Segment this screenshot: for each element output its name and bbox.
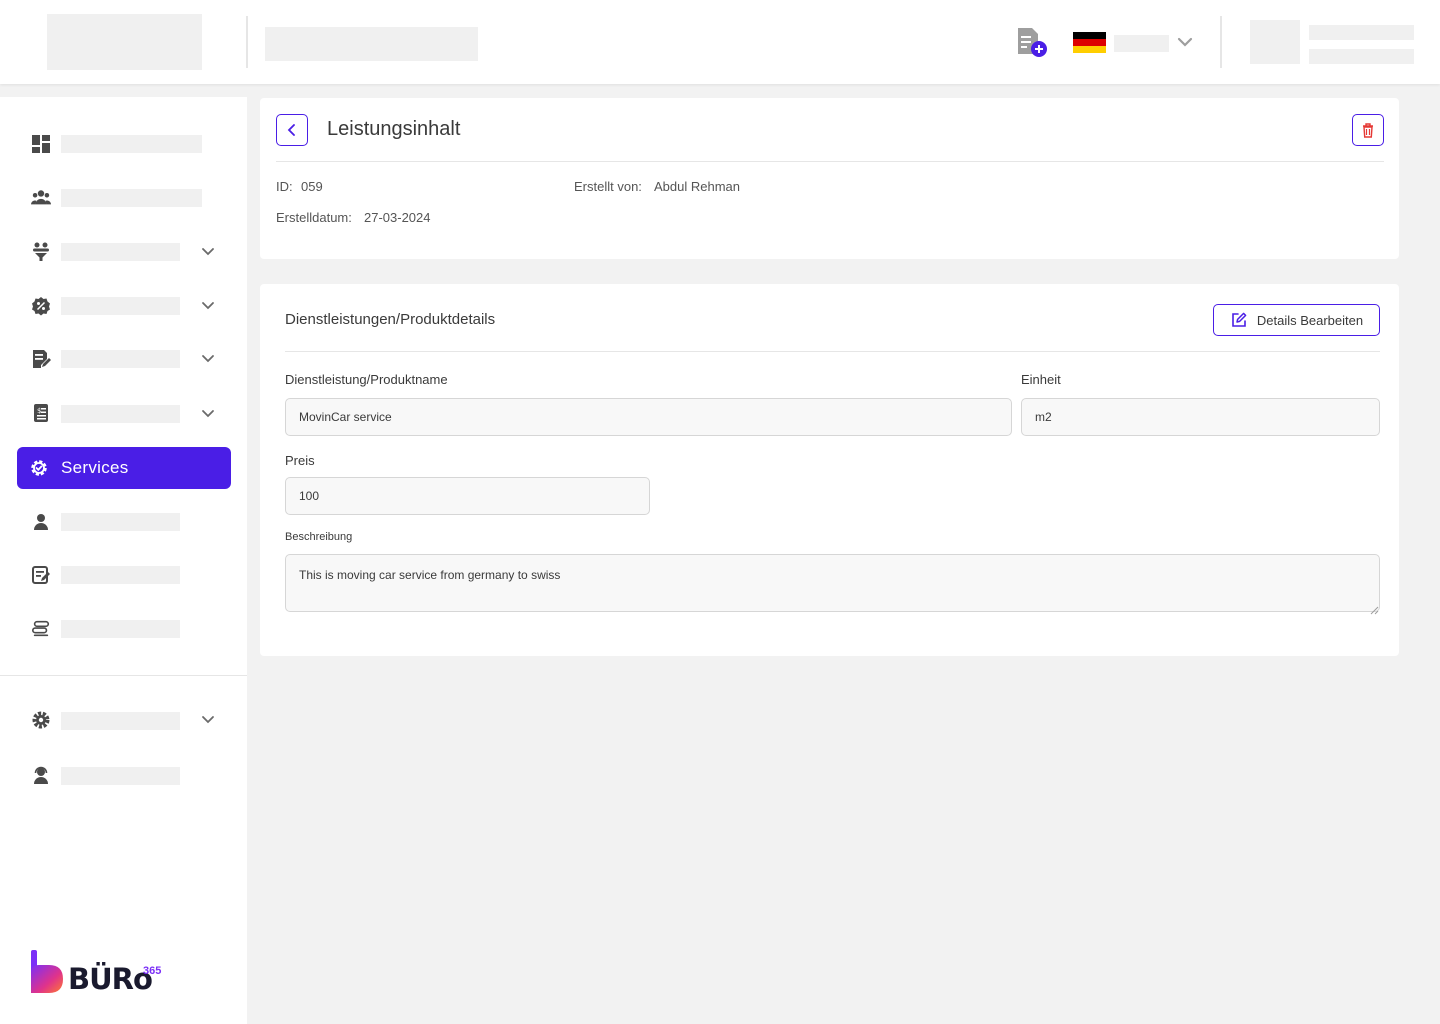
- sidebar-item-label: Services: [61, 458, 129, 477]
- support-agent-icon[interactable]: [31, 765, 51, 785]
- service-details-card: Dienstleistungen/Produktdetails Details …: [260, 284, 1399, 656]
- created-date-value: 27-03-2024: [364, 210, 431, 225]
- users-group-icon[interactable]: [31, 188, 51, 208]
- created-by-label: Erstellt von:: [574, 179, 642, 194]
- card-divider: [285, 351, 1380, 352]
- sidebar-item-customers[interactable]: [61, 189, 202, 207]
- edit-icon: [1232, 312, 1247, 327]
- search-placeholder[interactable]: [265, 27, 478, 61]
- person-icon[interactable]: [31, 512, 51, 532]
- sidebar-item-employees[interactable]: [61, 513, 180, 531]
- people-arrow-icon[interactable]: [31, 242, 51, 262]
- sidebar-item-dashboard[interactable]: [61, 135, 202, 153]
- sidebar-item-tasks[interactable]: [61, 566, 180, 584]
- invoice-icon[interactable]: $: [31, 403, 51, 423]
- chevron-down-icon[interactable]: [1176, 34, 1194, 50]
- dashboard-icon[interactable]: [31, 134, 51, 154]
- edit-list-icon[interactable]: [31, 565, 51, 585]
- edit-details-button[interactable]: Details Bearbeiten: [1213, 304, 1380, 336]
- avatar[interactable]: [1250, 20, 1300, 64]
- description-textarea[interactable]: This is moving car service from germany …: [285, 554, 1380, 612]
- sidebar-item-contracts[interactable]: [61, 350, 180, 368]
- services-gear-icon: [29, 458, 49, 478]
- service-header-card: Leistungsinhalt ID: 059 Erstellt von: Ab…: [260, 98, 1399, 259]
- section-title: Dienstleistungen/Produktdetails: [285, 311, 496, 328]
- sidebar: $ Services BÜRo 365: [0, 97, 247, 1024]
- language-placeholder[interactable]: [1114, 35, 1169, 52]
- price-label: Preis: [285, 453, 315, 468]
- product-name-label: Dienstleistung/Produktname: [285, 372, 448, 387]
- user-name-placeholder: [1309, 25, 1414, 40]
- logo-placeholder: [47, 14, 202, 70]
- german-flag-icon[interactable]: [1073, 32, 1106, 53]
- logo-text: BÜRo: [68, 962, 153, 996]
- product-name-input[interactable]: MovinCar service: [285, 398, 1012, 436]
- edit-details-label: Details Bearbeiten: [1256, 312, 1364, 328]
- back-button[interactable]: [276, 114, 308, 146]
- id-label: ID:: [276, 179, 293, 194]
- buro-logo: BÜRo 365: [30, 950, 170, 996]
- sidebar-item-leads[interactable]: [61, 243, 180, 261]
- svg-text:$: $: [37, 407, 41, 415]
- header-divider: [246, 16, 248, 68]
- logo-superscript: 365: [143, 965, 162, 977]
- sidebar-item-invoices[interactable]: [61, 405, 180, 423]
- sidebar-item-services[interactable]: Services: [17, 447, 231, 489]
- user-role-placeholder: [1309, 49, 1414, 64]
- chevron-down-icon[interactable]: [200, 712, 216, 728]
- price-input[interactable]: 100: [285, 477, 650, 515]
- sidebar-item-offers[interactable]: [61, 297, 180, 315]
- route-icon[interactable]: [31, 619, 51, 639]
- sidebar-item-support[interactable]: [61, 767, 180, 785]
- unit-input[interactable]: m2: [1021, 398, 1380, 436]
- add-document-icon[interactable]: [1015, 26, 1049, 60]
- top-header: [0, 0, 1440, 84]
- chevron-down-icon[interactable]: [200, 244, 216, 260]
- unit-label: Einheit: [1021, 372, 1061, 387]
- settings-gear-icon[interactable]: [31, 710, 51, 730]
- chevron-down-icon[interactable]: [200, 351, 216, 367]
- sidebar-divider: [0, 675, 247, 676]
- page-title: Leistungsinhalt: [327, 118, 461, 140]
- created-by-value: Abdul Rehman: [654, 179, 740, 194]
- delete-button[interactable]: [1352, 114, 1384, 146]
- edit-document-icon[interactable]: [31, 349, 51, 369]
- created-date-label: Erstelldatum:: [276, 210, 352, 225]
- sidebar-item-routes[interactable]: [61, 620, 180, 638]
- trash-icon: [1363, 123, 1373, 138]
- id-value: 059: [301, 179, 323, 194]
- description-label: Beschreibung: [285, 531, 353, 543]
- sidebar-item-settings[interactable]: [61, 712, 180, 730]
- chevron-down-icon[interactable]: [200, 406, 216, 422]
- header-divider-right: [1220, 16, 1222, 68]
- percent-badge-icon[interactable]: [31, 296, 51, 316]
- chevron-down-icon[interactable]: [200, 298, 216, 314]
- chevron-left-icon: [287, 124, 295, 136]
- card-divider: [276, 161, 1384, 162]
- resize-handle-icon[interactable]: [1370, 602, 1379, 615]
